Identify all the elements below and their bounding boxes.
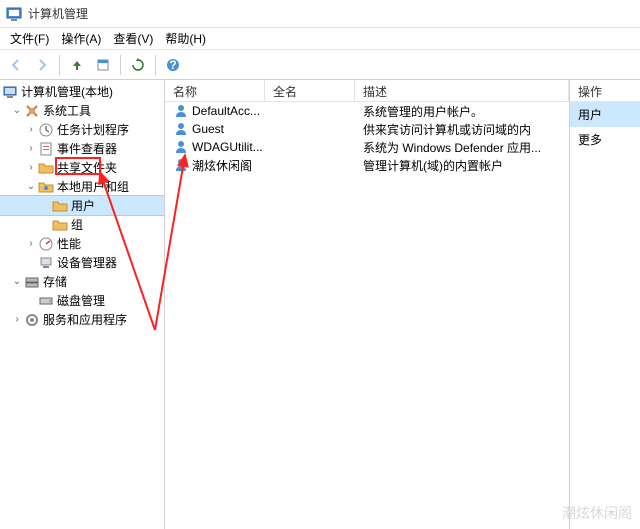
tree-label: 本地用户和组: [57, 178, 129, 195]
tree-label: 组: [71, 216, 83, 233]
cell-name: 潮炫休闲阁: [165, 157, 265, 174]
users-folder-icon: [38, 179, 54, 195]
menu-help[interactable]: 帮助(H): [159, 28, 212, 49]
action-user[interactable]: 用户: [570, 102, 640, 127]
twisty-closed-icon[interactable]: ›: [24, 162, 38, 173]
tree-services[interactable]: › 服务和应用程序: [0, 310, 164, 329]
help-button[interactable]: ?: [161, 53, 185, 77]
list-row[interactable]: Guest 供来宾访问计算机或访问域的内: [165, 120, 569, 138]
tree-root[interactable]: 计算机管理(本地): [0, 82, 164, 101]
list-row[interactable]: 潮炫休闲阁 管理计算机(域)的内置帐户: [165, 156, 569, 174]
main-area: 计算机管理(本地) ⌄ 系统工具 › 任务计划程序 › 事件查看器 › 共享文件…: [0, 80, 640, 529]
col-desc[interactable]: 描述: [355, 80, 569, 101]
app-icon: [6, 6, 22, 22]
tree-label: 任务计划程序: [57, 121, 129, 138]
tree-label: 设备管理器: [57, 254, 117, 271]
twisty-open-icon[interactable]: ⌄: [10, 105, 24, 116]
action-pane: 操作 用户 更多: [570, 80, 640, 529]
twisty-closed-icon[interactable]: ›: [24, 143, 38, 154]
cell-desc: 管理计算机(域)的内置帐户: [355, 157, 569, 174]
tree-label: 共享文件夹: [57, 159, 117, 176]
tree-label: 计算机管理(本地): [21, 83, 113, 100]
tree-storage[interactable]: ⌄ 存储: [0, 272, 164, 291]
col-fullname[interactable]: 全名: [265, 80, 355, 101]
computer-icon: [2, 84, 18, 100]
tree-perf[interactable]: › 性能: [0, 234, 164, 253]
list-body: DefaultAcc... 系统管理的用户帐户。 Guest 供来宾访问计算机或访问域…: [165, 102, 569, 174]
menu-action[interactable]: 操作(A): [55, 28, 107, 49]
cell-name: DefaultAcc...: [165, 103, 265, 119]
toolbar: ?: [0, 50, 640, 80]
refresh-button[interactable]: [126, 53, 150, 77]
tree-devmgr[interactable]: 设备管理器: [0, 253, 164, 272]
twisty-open-icon[interactable]: ⌄: [10, 276, 24, 287]
tree-label: 用户: [71, 197, 95, 214]
cell-desc: 系统为 Windows Defender 应用...: [355, 139, 569, 156]
list-pane: 名称 全名 描述 DefaultAcc... 系统管理的用户帐户。 Guest 供来宾…: [165, 80, 570, 529]
menu-view[interactable]: 查看(V): [107, 28, 159, 49]
tree-label: 性能: [57, 235, 81, 252]
event-icon: [38, 141, 54, 157]
storage-icon: [24, 274, 40, 290]
tree-groups[interactable]: 组: [0, 215, 164, 234]
folder-icon: [52, 217, 68, 233]
device-icon: [38, 255, 54, 271]
clock-icon: [38, 122, 54, 138]
properties-button[interactable]: [91, 53, 115, 77]
tree-systools[interactable]: ⌄ 系统工具: [0, 101, 164, 120]
tree-label: 事件查看器: [57, 140, 117, 157]
folder-icon: [52, 198, 68, 214]
col-name[interactable]: 名称: [165, 80, 265, 101]
perf-icon: [38, 236, 54, 252]
services-icon: [24, 312, 40, 328]
list-row[interactable]: WDAGUtilit... 系统为 Windows Defender 应用...: [165, 138, 569, 156]
shared-folder-icon: [38, 160, 54, 176]
toolbar-sep: [59, 55, 60, 75]
tree-eventviewer[interactable]: › 事件查看器: [0, 139, 164, 158]
cell-name: WDAGUtilit...: [165, 139, 265, 155]
twisty-closed-icon[interactable]: ›: [10, 314, 24, 325]
cell-desc: 供来宾访问计算机或访问域的内: [355, 121, 569, 138]
action-more[interactable]: 更多: [570, 127, 640, 152]
twisty-open-icon[interactable]: ⌄: [24, 181, 38, 192]
toolbar-sep: [155, 55, 156, 75]
toolbar-sep: [120, 55, 121, 75]
tree-label: 服务和应用程序: [43, 311, 127, 328]
svg-text:?: ?: [169, 58, 176, 72]
tree-localusers[interactable]: ⌄ 本地用户和组: [0, 177, 164, 196]
twisty-closed-icon[interactable]: ›: [24, 238, 38, 249]
tree-pane[interactable]: 计算机管理(本地) ⌄ 系统工具 › 任务计划程序 › 事件查看器 › 共享文件…: [0, 80, 165, 529]
tree-shared[interactable]: › 共享文件夹: [0, 158, 164, 177]
tree-diskmgmt[interactable]: 磁盘管理: [0, 291, 164, 310]
disk-icon: [38, 293, 54, 309]
nav-fwd-button[interactable]: [30, 53, 54, 77]
window-title: 计算机管理: [28, 5, 88, 22]
action-header: 操作: [570, 80, 640, 102]
nav-back-button[interactable]: [4, 53, 28, 77]
cell-name: Guest: [165, 121, 265, 137]
tree-label: 系统工具: [43, 102, 91, 119]
tree-label: 存储: [43, 273, 67, 290]
tree-users[interactable]: 用户: [0, 196, 164, 215]
titlebar: 计算机管理: [0, 0, 640, 28]
tools-icon: [24, 103, 40, 119]
list-row[interactable]: DefaultAcc... 系统管理的用户帐户。: [165, 102, 569, 120]
twisty-closed-icon[interactable]: ›: [24, 124, 38, 135]
cell-desc: 系统管理的用户帐户。: [355, 103, 569, 120]
tree-tasksched[interactable]: › 任务计划程序: [0, 120, 164, 139]
menubar: 文件(F) 操作(A) 查看(V) 帮助(H): [0, 28, 640, 50]
up-button[interactable]: [65, 53, 89, 77]
tree-label: 磁盘管理: [57, 292, 105, 309]
list-header: 名称 全名 描述: [165, 80, 569, 102]
menu-file[interactable]: 文件(F): [4, 28, 55, 49]
